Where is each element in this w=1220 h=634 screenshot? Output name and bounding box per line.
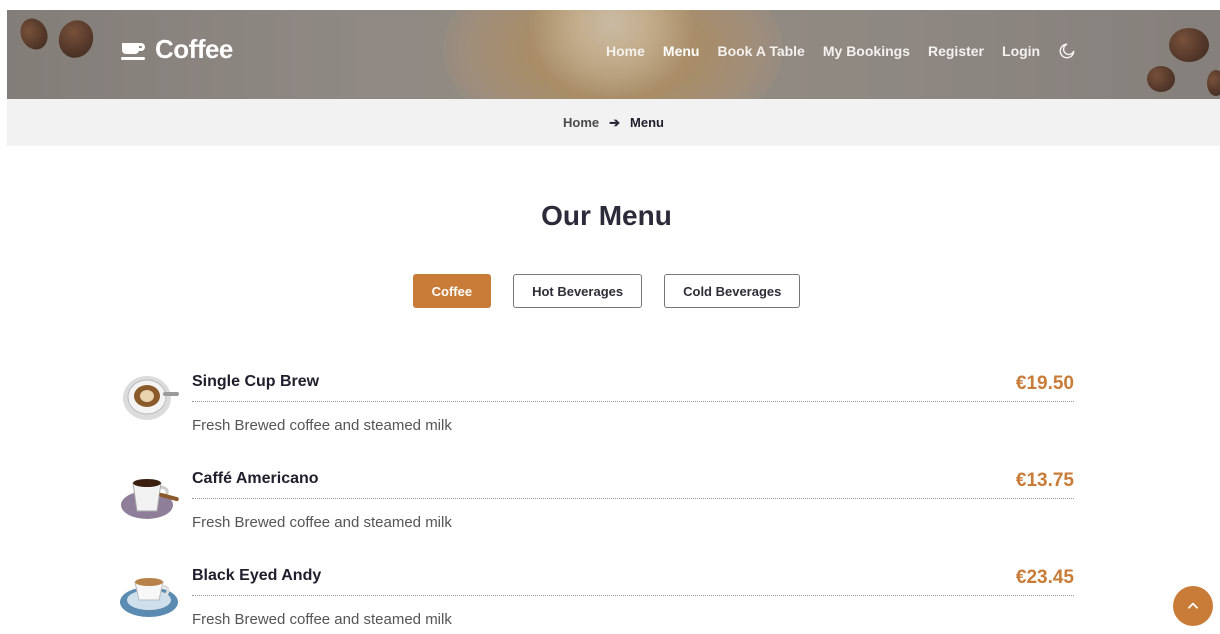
tab-coffee[interactable]: Coffee [412, 274, 492, 308]
tab-hot-beverages[interactable]: Hot Beverages [513, 274, 643, 308]
chevron-up-icon [1188, 602, 1198, 609]
page-title: Our Menu [541, 200, 672, 231]
menu-item-description: Fresh Brewed coffee and steamed milk [192, 514, 452, 531]
nav-item-my-bookings[interactable]: My Bookings [823, 43, 910, 59]
menu-item-price: €23.45 [1015, 567, 1074, 588]
menu-item: Caffé Americano €13.75 Fresh Brewed coff… [119, 465, 1074, 562]
page: Coffee Home Menu Book A Table My Booking… [7, 10, 1220, 146]
menu-item-price: €13.75 [1015, 470, 1074, 491]
menu-item: Black Eyed Andy €23.45 Fresh Brewed coff… [119, 562, 1074, 634]
coffee-cup-thumbnail [123, 376, 179, 420]
menu-item-name: Black Eyed Andy [192, 567, 322, 584]
menu-item-description: Fresh Brewed coffee and steamed milk [192, 417, 452, 434]
nav-item-home[interactable]: Home [606, 43, 645, 59]
menu-items-list: Single Cup Brew €19.50 Fresh Brewed coff… [119, 368, 1074, 634]
nav-item-login[interactable]: Login [1002, 43, 1040, 59]
arrow-right-icon: ➔ [609, 114, 621, 130]
coffee-cup-thumbnail [121, 479, 179, 519]
nav-item-menu[interactable]: Menu [663, 43, 700, 59]
menu-item: Single Cup Brew €19.50 Fresh Brewed coff… [119, 368, 1074, 465]
breadcrumb-current: Menu [630, 115, 664, 130]
nav-item-book-a-table[interactable]: Book A Table [717, 43, 804, 59]
divider [192, 498, 1074, 499]
menu-item-name: Single Cup Brew [192, 373, 320, 390]
divider [192, 595, 1074, 596]
divider [192, 401, 1074, 402]
brand-name: Coffee [155, 34, 233, 64]
nav-item-register[interactable]: Register [928, 43, 984, 59]
brand-logo[interactable]: Coffee [121, 34, 233, 65]
menu-category-tabs: Coffee Hot Beverages Cold Beverages [0, 274, 1213, 308]
site-header: Coffee Home Menu Book A Table My Booking… [7, 10, 1220, 99]
menu-item-price: €19.50 [1015, 373, 1074, 394]
breadcrumb: Home ➔ Menu [7, 99, 1220, 146]
main-nav: Home Menu Book A Table My Bookings Regis… [606, 42, 1076, 60]
tab-cold-beverages[interactable]: Cold Beverages [664, 274, 801, 308]
moon-icon[interactable] [1058, 42, 1076, 60]
coffee-cup-thumbnail [120, 578, 178, 617]
menu-item-name: Caffé Americano [192, 470, 319, 487]
breadcrumb-home[interactable]: Home [563, 115, 599, 130]
scroll-to-top-button[interactable] [1173, 586, 1213, 626]
menu-item-description: Fresh Brewed coffee and steamed milk [192, 611, 452, 628]
coffee-cup-icon [121, 37, 147, 63]
